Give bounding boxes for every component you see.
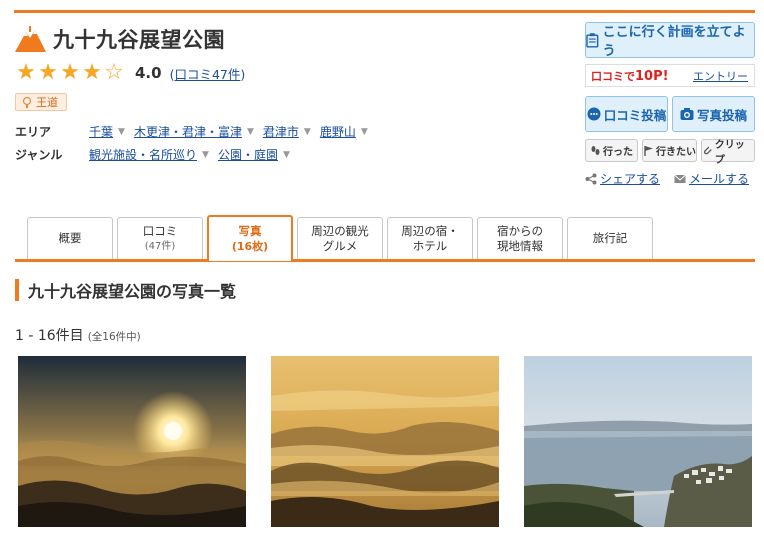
- want-label: 行きたい: [656, 147, 696, 158]
- paperclip-icon: [703, 146, 712, 155]
- points-text: 口コミで10P!: [591, 68, 669, 84]
- photo-post-button[interactable]: 写真投稿: [672, 96, 755, 132]
- caret-down-icon[interactable]: ▼: [202, 150, 209, 160]
- share-icon: [585, 173, 597, 184]
- tab-travelogue[interactable]: 旅行記: [567, 217, 653, 259]
- mail-icon: [674, 174, 686, 183]
- area-link[interactable]: 千葉: [89, 123, 113, 140]
- area-row: エリア 千葉 ▼ 木更津・君津・富津 ▼ 君津市 ▼ 鹿野山 ▼: [15, 123, 377, 140]
- speech-bubble-icon: [587, 107, 601, 121]
- went-label: 行った: [603, 147, 633, 158]
- result-count: 1 - 16件目 (全16件中): [15, 328, 141, 344]
- area-link[interactable]: 鹿野山: [320, 123, 356, 140]
- photo-thumbnail[interactable]: [524, 356, 752, 527]
- photo-thumbnail[interactable]: [271, 356, 499, 527]
- tab-nearby-hotels[interactable]: 周辺の宿・ ホテル: [387, 217, 473, 259]
- review-count-link[interactable]: (口コミ47件): [170, 64, 246, 83]
- plan-button-label: ここに行く計画を立てよう: [602, 25, 746, 59]
- caret-down-icon[interactable]: ▼: [247, 127, 254, 137]
- mail-link[interactable]: メールする: [689, 170, 749, 187]
- tab-reviews[interactable]: 口コミ (47件): [117, 217, 203, 259]
- caret-down-icon[interactable]: ▼: [304, 127, 311, 137]
- caret-down-icon[interactable]: ▼: [361, 127, 368, 137]
- entry-link[interactable]: エントリー: [693, 68, 748, 84]
- header-accent-line: [14, 10, 755, 13]
- review-post-button[interactable]: 口コミ投稿: [585, 96, 668, 132]
- points-row: 口コミで10P! エントリー: [585, 64, 755, 87]
- genre-link[interactable]: 観光施設・名所巡り: [89, 146, 197, 163]
- area-link[interactable]: 木更津・君津・富津: [134, 123, 242, 140]
- star-full-icon: ★: [38, 60, 58, 85]
- mountain-logo-icon: [15, 26, 46, 52]
- tab-bar: 概要 口コミ (47件) 写真 (16枚) 周辺の観光 グルメ 周辺の宿・ ホテル 宿か…: [15, 215, 755, 262]
- flag-icon: [644, 146, 653, 156]
- clip-label: クリップ: [714, 139, 745, 166]
- clip-button[interactable]: クリップ: [701, 139, 755, 166]
- camera-icon: [680, 108, 694, 120]
- category-badge: 王道: [15, 93, 67, 111]
- plan-button[interactable]: ここに行く計画を立てよう: [585, 22, 755, 59]
- badge-icon: [22, 96, 32, 108]
- area-link[interactable]: 君津市: [263, 123, 299, 140]
- section-title: 九十九谷展望公園の写真一覧: [15, 279, 236, 301]
- star-empty-icon: ☆: [104, 60, 124, 85]
- share-row: シェアする メールする: [585, 170, 763, 187]
- photo-post-label: 写真投稿: [696, 107, 747, 123]
- tab-overview[interactable]: 概要: [27, 217, 113, 259]
- star-full-icon: ★: [82, 60, 102, 85]
- review-post-label: 口コミ投稿: [603, 107, 667, 123]
- star-full-icon: ★: [16, 60, 36, 85]
- star-full-icon: ★: [60, 60, 80, 85]
- want-button[interactable]: 行きたい: [642, 139, 697, 162]
- photo-thumbnail[interactable]: [18, 356, 246, 527]
- tab-photos[interactable]: 写真 (16枚): [207, 215, 293, 261]
- area-label: エリア: [15, 125, 52, 139]
- caret-down-icon[interactable]: ▼: [118, 127, 125, 137]
- page-title: 九十九谷展望公園: [53, 28, 225, 52]
- rating-row: ★ ★ ★ ★ ☆ 4.0 (口コミ47件): [15, 62, 245, 84]
- title-row: 九十九谷展望公園: [15, 24, 225, 54]
- footprint-icon: [591, 146, 600, 155]
- genre-row: ジャンル 観光施設・名所巡り ▼ 公園・庭園 ▼: [15, 146, 299, 163]
- plan-note-icon: [586, 32, 599, 48]
- tab-local-info[interactable]: 宿からの 現地情報: [477, 217, 563, 259]
- badge-label: 王道: [36, 96, 58, 109]
- tab-nearby-sightseeing[interactable]: 周辺の観光 グルメ: [297, 217, 383, 259]
- went-button[interactable]: 行った: [585, 139, 638, 162]
- rating-score: 4.0: [135, 64, 162, 82]
- share-link[interactable]: シェアする: [600, 170, 660, 187]
- caret-down-icon[interactable]: ▼: [283, 150, 290, 160]
- star-rating: ★ ★ ★ ★ ☆: [15, 62, 125, 84]
- genre-link[interactable]: 公園・庭園: [218, 146, 278, 163]
- genre-label: ジャンル: [15, 148, 63, 162]
